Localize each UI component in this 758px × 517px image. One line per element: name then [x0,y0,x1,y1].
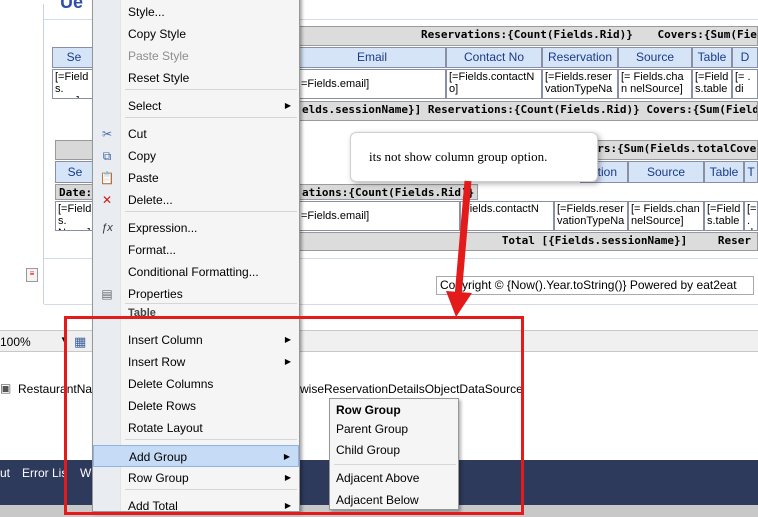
inner-cell-session-name[interactable]: [=Fields. Name] [55,201,95,231]
group-header-session[interactable]: elds.sessionName}] Reservations:{Count(F… [298,101,758,121]
inner-cell-channel-source[interactable]: [= Fields.chan nelSource] [628,201,704,231]
menu-item-label: Style... [128,5,165,19]
page-footer-icon: ≡ [26,268,38,282]
menu-item-expression[interactable]: ƒx Expression... [93,217,299,239]
tab-error-list[interactable]: Error Lis [22,466,67,480]
menu-item-copy-style[interactable]: Copy Style [93,23,299,45]
menu-item-label: Paste [128,171,159,185]
properties-icon: ▤ [101,287,113,301]
inner-cell-di[interactable]: [= .di [744,201,758,231]
zoom-level[interactable]: 100% [0,335,31,349]
total-row[interactable]: Total [{Fields.sessionName}] Reser [298,232,758,251]
group-header-reservations[interactable]: Reservations:{Count(Fields.Rid)} Covers:… [298,26,758,46]
menu-item-label: Copy Style [128,27,187,41]
menu-separator [125,89,297,90]
menu-item-format[interactable]: Format... [93,239,299,261]
cell-session-name[interactable]: [=Fields. ame] [52,69,96,99]
menu-item-label: Cut [128,127,147,141]
menu-item-cut[interactable]: ✂ Cut [93,123,299,145]
inner-col-header-t[interactable]: T [744,161,758,183]
date-row-label[interactable]: Date: [55,184,95,200]
menu-item-label: Select [128,99,162,113]
inner-group-bar [55,140,95,160]
menu-item-label: Expression... [128,221,198,235]
paste-icon: 📋 [99,171,115,185]
cell-email[interactable]: =Fields.email] [298,69,446,99]
menu-item-select[interactable]: Select ▶ [93,95,299,117]
col-header-contact[interactable]: Contact No [446,47,542,68]
tab-output[interactable]: ut [0,466,10,480]
inner-cell-reservation-type[interactable]: [=Fields.reser vationTypeNa [554,201,628,231]
menu-item-label: Copy [128,149,157,163]
menu-item-label: Delete... [128,193,173,207]
menu-item-label: Properties [128,287,183,301]
cell-contact[interactable]: [=Fields.contactN o] [446,69,542,99]
col-header-reservation[interactable]: Reservation [542,47,618,68]
cell-table[interactable]: [=Field s.table [692,69,732,99]
inner-col-header-session[interactable]: Se [55,161,95,183]
submenu-arrow-icon: ▶ [284,101,291,110]
delete-icon: ✕ [101,193,113,207]
menu-item-label: Paste Style [128,49,189,63]
covers-sum-text: Covers:{Sum(Fields.tot [657,28,757,41]
col-header-d[interactable]: D [732,47,758,68]
menu-item-style[interactable]: Style... [93,1,299,23]
col-header-session[interactable]: Se [52,47,96,68]
copy-icon: ⧉ [102,149,112,163]
fx-icon: ƒx [101,222,113,234]
menu-item-reset-style[interactable]: Reset Style [93,67,299,89]
total-session-text: Total [{Fields.sessionName}] [501,234,688,247]
menu-item-properties[interactable]: ▤ Properties [93,283,299,305]
menu-item-paste[interactable]: 📋 Paste [93,167,299,189]
menu-separator [125,117,297,118]
col-header-email[interactable]: Email [298,47,446,68]
menu-item-label: Reset Style [128,71,190,85]
row-handle-strip [30,4,44,304]
menu-item-label: Conditional Formatting... [128,265,259,279]
callout-text: its not show column group option. [369,149,548,164]
menu-item-conditional-formatting[interactable]: Conditional Formatting... [93,261,299,283]
menu-item-label: Format... [128,243,177,257]
footer-copyright-textbox[interactable]: Copyright © {Now().Year.toString()} Powe… [436,276,754,295]
annotation-highlight-box [64,316,524,515]
cell-channel-source[interactable]: [= Fields.chan nelSource] [618,69,692,99]
reservations-count-text: Reservations:{Count(Fields.Rid)} [421,28,633,41]
report-title-fragment: Ue [60,0,84,12]
annotation-arrow [446,180,472,317]
inner-col-header-table[interactable]: Table [704,161,744,183]
inner-cell-email[interactable]: =Fields.email] [298,201,460,231]
inner-col-header-source[interactable]: Source [628,161,704,183]
datasource-icon: ▣ [0,381,12,395]
menu-separator [125,211,297,212]
col-header-source[interactable]: Source [618,47,692,68]
menu-item-paste-style[interactable]: Paste Style [93,45,299,67]
inner-covers-header[interactable]: vers:{Sum(Fields.totalCovers)} [580,140,758,160]
col-header-table[interactable]: Table [692,47,732,68]
inner-cell-table[interactable]: [=Field s.table [704,201,744,231]
menu-item-copy[interactable]: ⧉ Copy [93,145,299,167]
total-reser-text: Reser [717,234,751,247]
menu-item-delete[interactable]: ✕ Delete... [93,189,299,211]
scissors-icon: ✂ [101,127,113,141]
cell-reservation-type[interactable]: [=Fields.reser vationTypeNa [542,69,618,99]
cell-d[interactable]: [= .di [732,69,758,99]
